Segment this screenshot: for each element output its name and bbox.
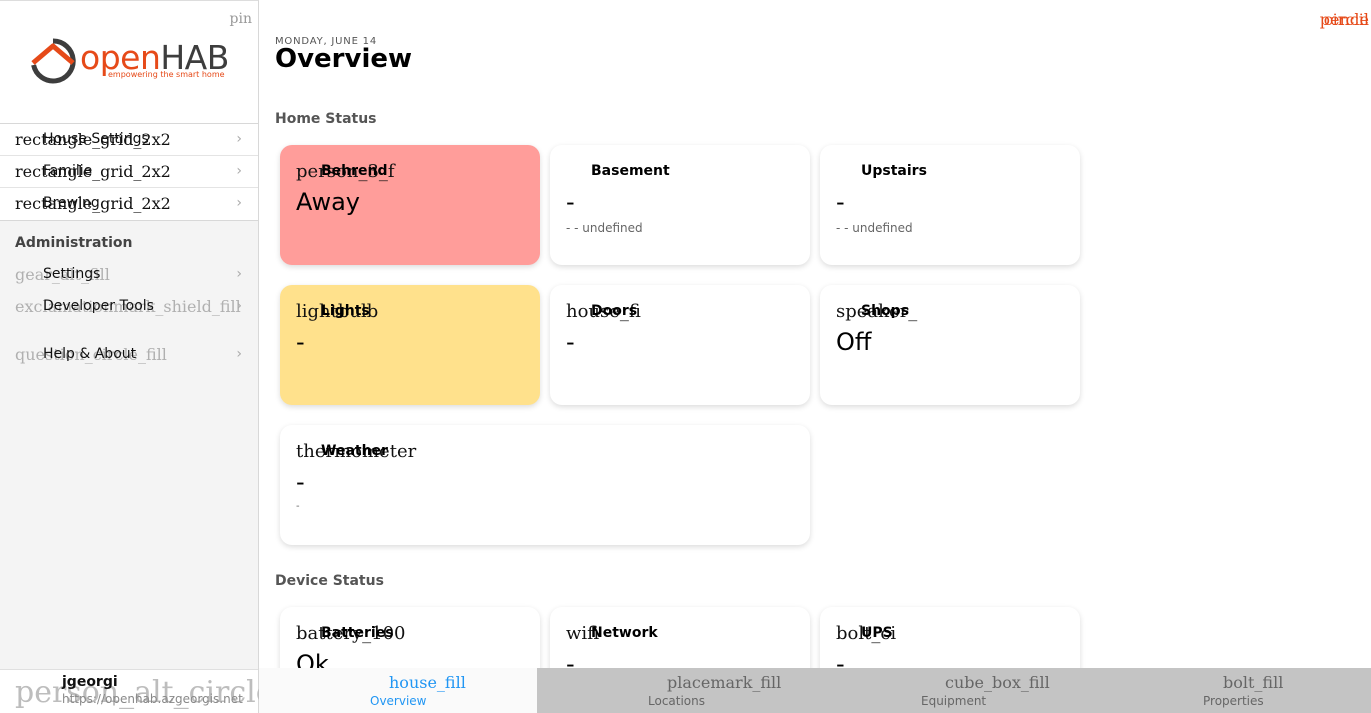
sidebar-main-nav: rectangle_grid_2x2 House Settings › rect… — [0, 123, 258, 221]
circle-icon: circle — [1323, 10, 1369, 29]
card-value: - — [836, 188, 845, 216]
sidebar-item-label: Help & About — [43, 346, 137, 362]
chevron-right-icon: › — [236, 131, 242, 147]
chevron-right-icon: › — [236, 195, 242, 211]
card-title: Network — [591, 625, 658, 641]
chevron-right-icon: › — [236, 163, 242, 179]
chevron-right-icon: › — [236, 346, 242, 362]
sidebar-item-brewing[interactable]: rectangle_grid_2x2 Brewing › — [0, 188, 258, 220]
device-status-heading: Device Status — [275, 573, 384, 589]
openhab-logo-icon — [31, 38, 76, 84]
sidebar-item-label: House Settings — [43, 131, 149, 147]
card-value: - — [566, 650, 575, 668]
home-status-heading: Home Status — [275, 111, 377, 127]
tab-equipment[interactable]: cube_box_fill Equipment — [815, 668, 1093, 713]
tab-label: Overview — [370, 694, 427, 708]
card-value: - — [296, 468, 305, 496]
card-value: Ok — [296, 650, 329, 668]
card-title: Shops — [861, 303, 910, 319]
device-card-network[interactable]: wifi Network - — [550, 607, 810, 668]
sidebar-admin-nav: gear_alt_fill Settings › exclamationmark… — [0, 259, 258, 323]
card-subtitle: - — [296, 501, 300, 512]
bolt-icon: bolt_fill — [1223, 673, 1284, 692]
card-subtitle: - - undefined — [566, 221, 643, 235]
sidebar-item-help-about[interactable]: question_circle_fill Help & About › — [0, 339, 258, 371]
card-title: Weather — [321, 443, 388, 459]
card-subtitle: - - undefined — [836, 221, 913, 235]
card-value: - — [296, 328, 305, 356]
pencil-icon[interactable]: pencil circle — [1320, 10, 1369, 29]
page-title: Overview — [275, 44, 413, 74]
chevron-right-icon: › — [236, 266, 242, 282]
house-icon: house_fill — [389, 673, 466, 692]
tab-label: Equipment — [921, 694, 987, 708]
placemark-icon: placemark_fill — [667, 673, 782, 692]
status-card-doors[interactable]: house_fi Doors - — [550, 285, 810, 405]
main-content: pencil circle MONDAY, JUNE 14 Overview Ho… — [259, 0, 1371, 668]
logo-area: pin openHAB empowering the smart home — [0, 1, 258, 123]
sidebar-item-settings[interactable]: gear_alt_fill Settings › — [0, 259, 258, 291]
sidebar-item-label: Settings — [43, 266, 101, 282]
cube-box-icon: cube_box_fill — [945, 673, 1050, 692]
user-server-url: https://openhab.azgeorgis.net — [62, 692, 243, 706]
sidebar: pin openHAB empowering the smart home re… — [0, 0, 274, 713]
administration-heading: Administration — [15, 235, 133, 251]
tab-overview[interactable]: house_fill Overview — [259, 668, 537, 713]
rectangle-grid-icon: rectangle_grid_2x2 — [15, 162, 171, 181]
device-card-batteries[interactable]: battery_100 Batteries Ok — [280, 607, 540, 668]
status-card-behrend[interactable]: person_3_f Behrend Away — [280, 145, 540, 265]
card-title: Doors — [591, 303, 638, 319]
card-value: Away — [296, 188, 360, 216]
tab-properties[interactable]: bolt_fill Properties — [1093, 668, 1371, 713]
card-title: Upstairs — [861, 163, 927, 179]
card-title: Batteries — [321, 625, 394, 641]
status-card-basement[interactable]: Basement - - - undefined — [550, 145, 810, 265]
sidebar-item-label: Developer Tools — [43, 298, 154, 314]
user-name: jgeorgi — [62, 674, 118, 690]
card-value: - — [836, 650, 845, 668]
sidebar-item-developer-tools[interactable]: exclamationmark_shield_fill Developer To… — [0, 291, 258, 323]
status-card-upstairs[interactable]: Upstairs - - - undefined — [820, 145, 1080, 265]
sidebar-help-nav: question_circle_fill Help & About › — [0, 339, 258, 371]
sidebar-item-label: Familie — [43, 163, 93, 179]
sidebar-item-label: Brewing — [43, 195, 100, 211]
card-value: - — [566, 328, 575, 356]
pin-icon[interactable]: pin — [230, 11, 252, 27]
card-title: UPS — [861, 625, 893, 641]
card-title: Lights — [321, 303, 370, 319]
tab-locations[interactable]: placemark_fill Locations — [537, 668, 815, 713]
device-card-ups[interactable]: bolt_ci UPS - — [820, 607, 1080, 668]
logo-tagline: empowering the smart home — [108, 70, 225, 79]
tab-label: Locations — [648, 694, 706, 708]
status-card-weather[interactable]: thermometer Weather - - — [280, 425, 810, 545]
card-value: - — [566, 188, 575, 216]
bottom-tabbar: house_fill Overview placemark_fill Locat… — [259, 668, 1371, 713]
openhab-logo[interactable]: openHAB empowering the smart home — [30, 38, 230, 84]
status-card-shops[interactable]: speaker_ Shops Off — [820, 285, 1080, 405]
tab-label: Properties — [1203, 694, 1264, 708]
card-value: Off — [836, 328, 872, 356]
sidebar-item-familie[interactable]: rectangle_grid_2x2 Familie › — [0, 156, 258, 188]
sidebar-item-house-settings[interactable]: rectangle_grid_2x2 House Settings › — [0, 124, 258, 156]
user-profile[interactable]: person_alt_circle jgeorgi https://openha… — [0, 669, 274, 713]
status-card-lights[interactable]: lightbulb Lights - — [280, 285, 540, 405]
chevron-right-icon: › — [236, 298, 242, 314]
card-title: Behrend — [321, 163, 388, 179]
card-title: Basement — [591, 163, 670, 179]
